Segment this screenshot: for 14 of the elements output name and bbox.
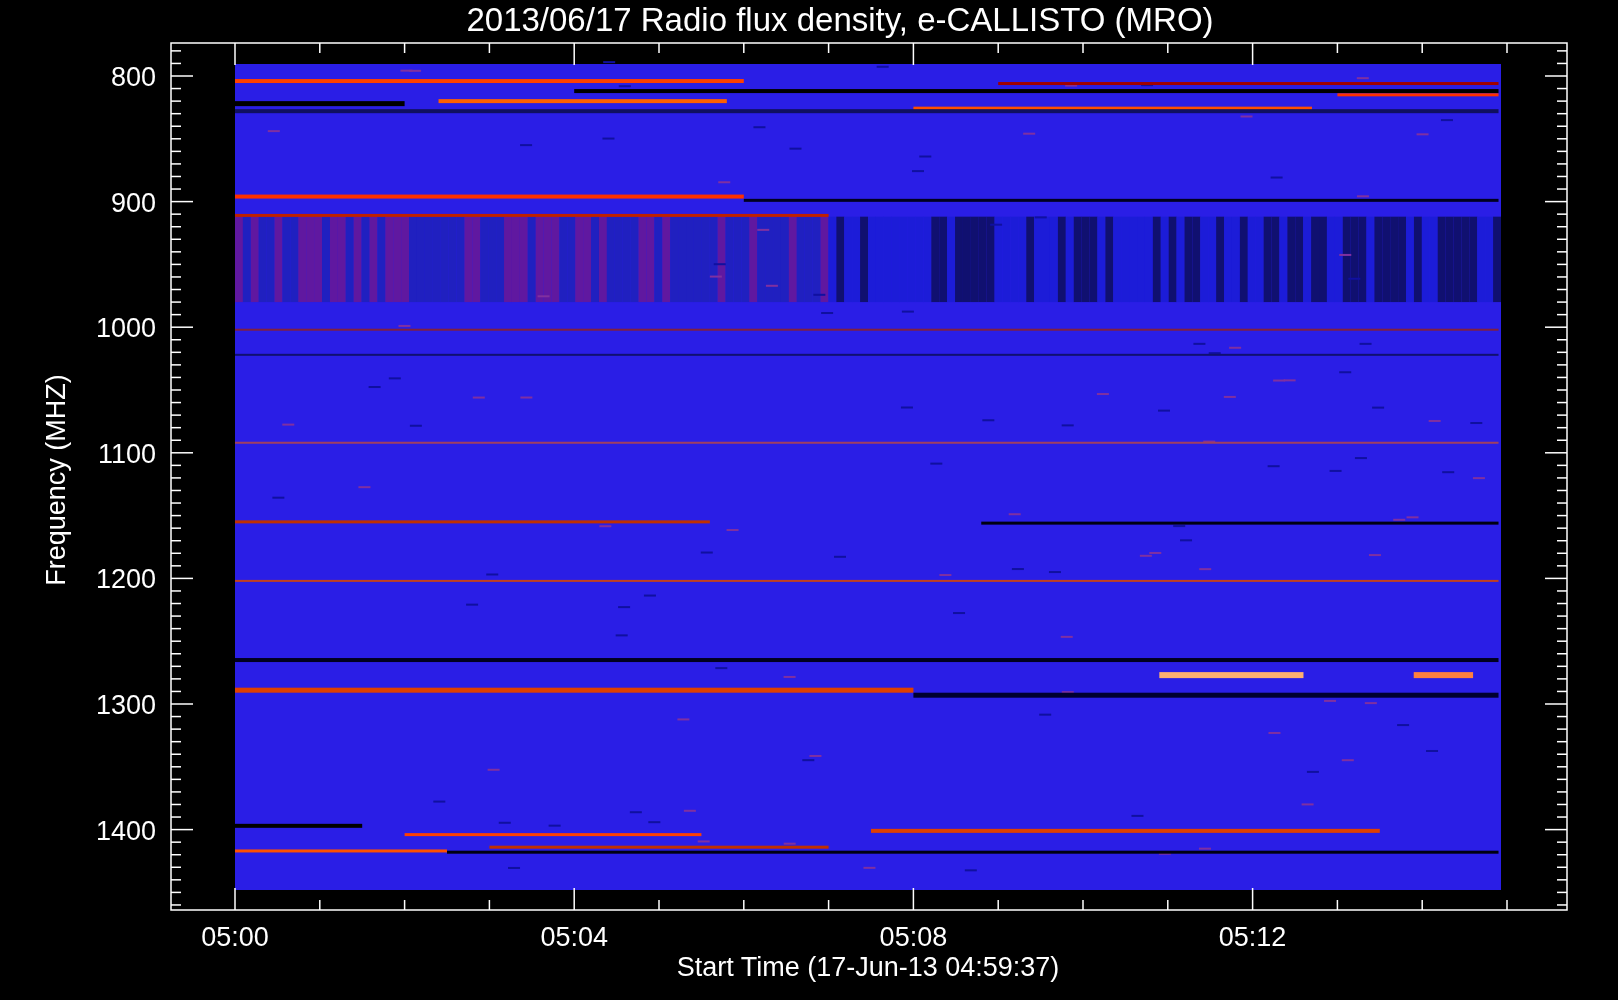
axis-title: Start Time (17-Jun-13 04:59:37) — [676, 952, 1060, 982]
y-tick-label: 1100 — [97, 438, 156, 469]
y-tick-label: 1400 — [95, 815, 156, 846]
y-tick-label: 1000 — [95, 313, 156, 344]
axis-title: Frequency (MHZ) — [41, 374, 71, 586]
y-tick-label: 900 — [110, 187, 156, 218]
x-tick-label: 05:04 — [540, 922, 608, 952]
y-tick-label: 1300 — [95, 690, 156, 720]
x-tick-label: 05:12 — [1218, 922, 1287, 952]
chart-title: 2013/06/17 Radio flux density, e-CALLISTO (MRO) — [466, 1, 1214, 38]
y-tick-label: 800 — [110, 62, 156, 92]
y-tick-label: 1200 — [95, 564, 156, 595]
x-tick-label: 05:08 — [879, 922, 948, 952]
x-tick-label: 05:00 — [201, 922, 269, 952]
